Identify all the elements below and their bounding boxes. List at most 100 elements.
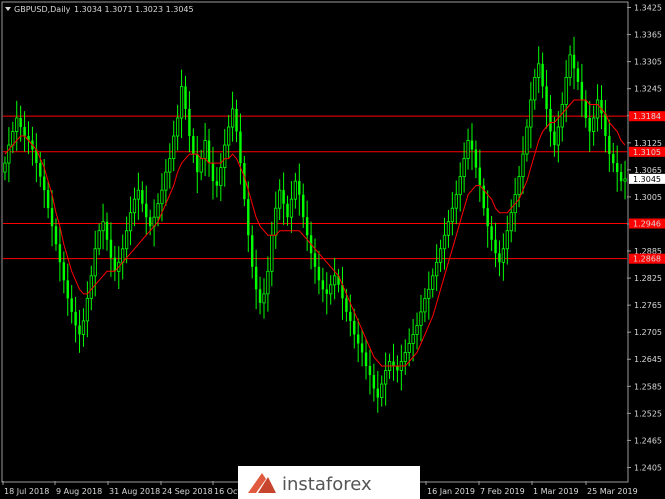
candle-body-bull	[462, 158, 466, 178]
candle-body-bear	[498, 253, 501, 263]
candle-body-bear	[42, 176, 46, 191]
candle-body-bull	[203, 140, 207, 159]
candle-body-bull	[423, 297, 427, 313]
candle-body-bull	[172, 135, 176, 159]
candle-body-bull	[168, 158, 172, 173]
candle-body-bull	[85, 297, 89, 322]
candle-body-bear	[470, 140, 474, 150]
candle-body-bear	[364, 352, 368, 367]
candle-body-bull	[517, 176, 521, 196]
current-price-label: 1.3045	[633, 175, 661, 184]
candle-body-bull	[454, 194, 458, 209]
candle-body-bear	[321, 280, 325, 290]
candle-body-bear	[50, 208, 54, 227]
candle-body-bull	[199, 158, 203, 173]
candle-body-bull	[533, 77, 537, 101]
candle-body-bear	[474, 149, 478, 168]
candle-body-bull	[560, 104, 564, 128]
candle-body-bear	[392, 361, 395, 367]
candle-body-bear	[141, 190, 144, 204]
candle-body-bear	[396, 366, 399, 371]
candle-body-bear	[600, 99, 603, 114]
x-tick-label: 7 Feb 2019	[480, 487, 525, 496]
candle-body-bull	[415, 325, 419, 335]
candle-body-bear	[184, 86, 187, 109]
chart-background	[0, 0, 665, 499]
candle-body-bull	[227, 126, 231, 146]
candle-body-bull	[176, 117, 180, 137]
candle-body-bull	[505, 230, 509, 250]
x-tick-label: 9 Aug 2018	[56, 487, 102, 496]
candle-body-bear	[54, 226, 58, 245]
y-tick-label: 1.2585	[634, 382, 662, 391]
candle-body-bear	[360, 343, 364, 353]
candle-body-bear	[580, 81, 584, 100]
candle-body-bear	[39, 163, 42, 177]
candle-body-bear	[62, 262, 66, 281]
candle-body-bear	[258, 289, 262, 303]
candle-body-bull	[156, 203, 160, 218]
y-tick-label: 1.2525	[634, 409, 662, 418]
candle-body-bull	[384, 370, 388, 385]
y-tick-label: 1.2705	[634, 328, 662, 337]
candle-body-bull	[179, 86, 184, 119]
candle-body-bear	[615, 163, 619, 173]
y-tick-label: 1.3065	[634, 166, 662, 175]
candle-body-bear	[145, 203, 148, 218]
candle-body-bear	[254, 266, 258, 290]
candle-body-bear	[19, 117, 22, 128]
candle-body-bull	[97, 230, 101, 250]
candle-body-bull	[501, 248, 505, 263]
candle-body-bull	[568, 54, 572, 78]
y-tick-label: 1.3365	[634, 31, 662, 40]
candle-body-bear	[349, 311, 352, 321]
level-badge-label: 1.3184	[633, 112, 661, 121]
candle-body-bear	[74, 311, 77, 326]
x-tick-label: 16 Oct	[214, 487, 241, 496]
x-tick-label: 24 Sep 2018	[162, 487, 213, 496]
candle-body-bull	[450, 207, 454, 223]
candle-body-bull	[564, 77, 568, 105]
candle-body-bull	[89, 275, 93, 299]
candle-body-bear	[353, 320, 356, 335]
y-tick-label: 1.2405	[634, 463, 662, 472]
price-chart[interactable]: 1.34251.33651.33051.32451.31851.31251.30…	[0, 0, 665, 499]
candle-body-bull	[329, 284, 333, 295]
candle-body-bull	[274, 207, 278, 236]
candle-body-bear	[372, 375, 376, 389]
candle-body-bear	[23, 127, 26, 137]
candle-body-bull	[136, 189, 141, 200]
candle-body-bear	[302, 194, 305, 218]
candle-body-bear	[576, 68, 580, 82]
candle-body-bear	[572, 54, 576, 69]
candle-body-bear	[478, 167, 482, 186]
candle-body-bull	[125, 230, 129, 250]
candle-body-bull	[160, 189, 164, 205]
candle-body-bull	[270, 234, 274, 272]
candle-body-bull	[458, 176, 462, 196]
candle-body-bull	[592, 117, 596, 132]
candle-body-bull	[278, 189, 282, 209]
y-tick-label: 1.2825	[634, 274, 662, 283]
candle-body-bull	[623, 178, 627, 182]
candle-body-bear	[235, 108, 238, 132]
candle-body-bear	[553, 131, 556, 146]
y-tick-label: 1.3245	[634, 85, 662, 94]
candle-body-bear	[192, 136, 195, 155]
candle-body-bull	[293, 180, 297, 200]
candle-body-bull	[128, 212, 133, 232]
ohlc-values: 1.3034 1.3071 1.3023 1.3045	[74, 5, 194, 14]
candle-body-bear	[588, 117, 591, 132]
candle-body-bear	[247, 199, 250, 236]
y-tick-label: 1.3305	[634, 58, 662, 67]
candle-body-bull	[427, 288, 431, 299]
watermark-text: instaforex	[282, 474, 372, 495]
candle-body-bear	[286, 203, 289, 218]
candle-body-bull	[230, 108, 235, 128]
candle-body-bull	[3, 162, 7, 173]
candle-body-bear	[239, 131, 242, 164]
candle-body-bear	[325, 289, 328, 294]
candle-body-bull	[595, 99, 600, 119]
candle-body-bull	[15, 117, 19, 132]
candle-body-bear	[207, 140, 211, 164]
